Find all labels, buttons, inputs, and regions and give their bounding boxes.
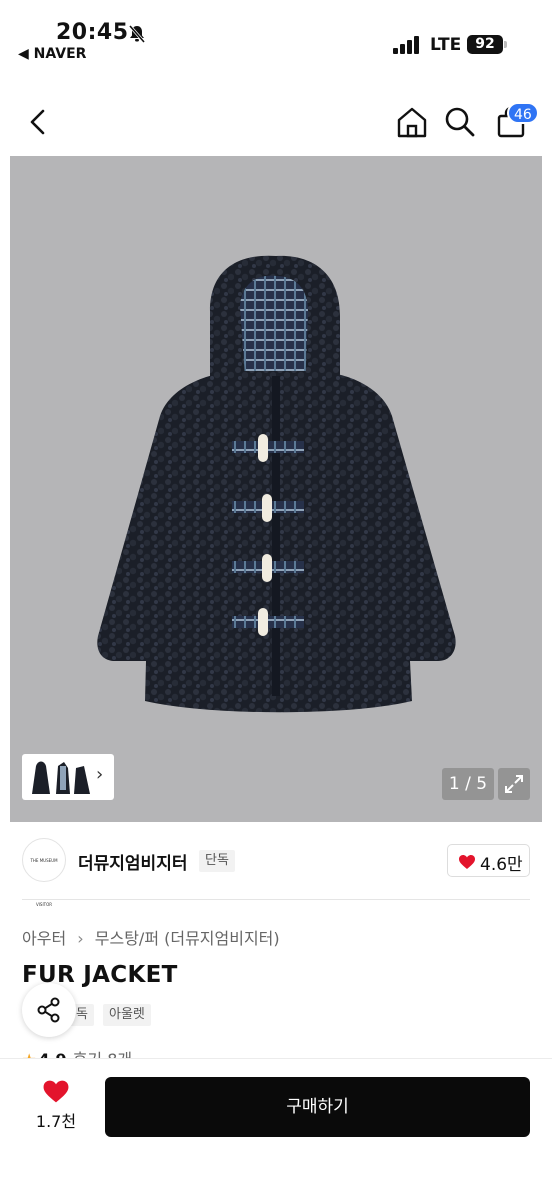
battery-icon: 92 (467, 35, 503, 54)
chevron-right-icon: › (77, 929, 84, 948)
brand-name[interactable]: 더뮤지엄비지터 (78, 849, 187, 874)
breadcrumb-item-subcategory[interactable]: 무스탕/퍼 (더뮤지엄비지터) (95, 925, 280, 949)
bottom-action-bar: 1.7천 구매하기 (0, 1058, 552, 1200)
home-icon[interactable] (394, 104, 430, 140)
thumbnail-images (32, 761, 90, 794)
tag-outlet: 아울렛 (103, 1004, 151, 1026)
network-type: LTE (430, 35, 462, 55)
wishlist-button[interactable]: 1.7천 (26, 1079, 86, 1139)
top-nav (0, 92, 552, 152)
back-arrow-icon[interactable] (20, 104, 56, 140)
battery-tip (504, 41, 507, 48)
thumbnail-strip[interactable]: › (22, 754, 114, 800)
share-button[interactable] (22, 983, 76, 1037)
cart-count-badge: 46 (507, 102, 539, 124)
signal-icon (393, 36, 419, 54)
chevron-right-icon: › (96, 764, 104, 785)
breadcrumb-item-category[interactable]: 아우터 (22, 925, 66, 949)
back-to-app-link[interactable]: ◀ NAVER (18, 46, 86, 62)
heart-icon (43, 1080, 69, 1103)
search-icon[interactable] (442, 104, 478, 140)
heart-icon (459, 855, 475, 869)
clock: 20:45 (56, 20, 129, 45)
divider (22, 899, 530, 900)
product-image-gallery[interactable]: › 1 / 5 (10, 156, 542, 822)
breadcrumb: 아우터 › 무스탕/퍼 (더뮤지엄비지터) (22, 925, 280, 949)
product-photo (97, 255, 456, 713)
share-icon (37, 997, 60, 1023)
expand-icon[interactable] (498, 768, 530, 800)
brand-like-count: 4.6만 (480, 855, 523, 875)
brand-like-button[interactable]: 4.6만 (447, 844, 530, 877)
wishlist-count: 1.7천 (35, 1112, 77, 1131)
exclusive-badge: 단독 (199, 850, 235, 872)
brand-logo[interactable]: THE MUSEUM VISITOR (22, 838, 66, 907)
buy-button[interactable]: 구매하기 (105, 1077, 530, 1137)
status-bar: 20:45 ◀ NAVER LTE 92 (0, 0, 552, 72)
image-pager: 1 / 5 (442, 768, 494, 800)
bell-muted-icon (128, 25, 146, 43)
